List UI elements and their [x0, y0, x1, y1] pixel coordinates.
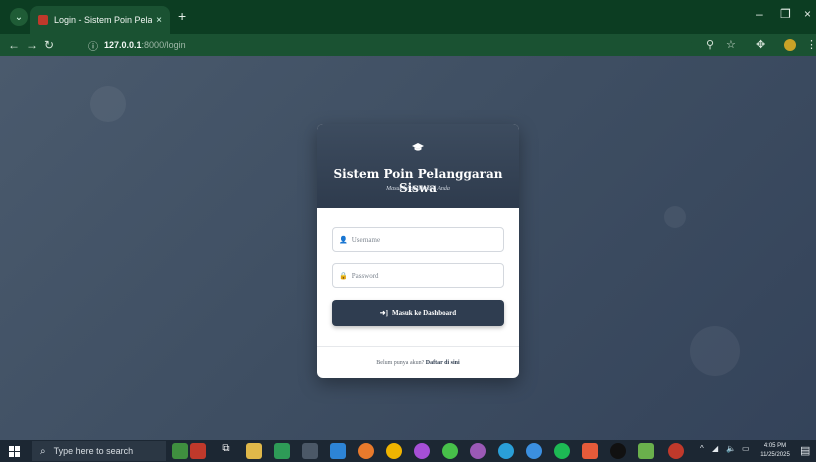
taskbar-clock[interactable]: 4:05 PM 11/25/2025 — [760, 442, 790, 460]
wifi-icon[interactable]: ◢ — [712, 444, 718, 453]
login-submit-label: Masuk ke Dashboard — [392, 309, 457, 317]
news-app-icon[interactable] — [190, 443, 206, 459]
terminal-icon[interactable] — [302, 443, 318, 459]
browser-tab[interactable]: Login - Sistem Poin Pelanggara × — [30, 6, 170, 34]
back-icon[interactable]: ← — [8, 37, 20, 53]
tab-search-icon[interactable]: ⌄ — [10, 8, 28, 26]
search-icon: ⌕ — [40, 445, 46, 457]
firefox-icon[interactable] — [358, 443, 374, 459]
forward-icon[interactable]: → — [26, 37, 38, 53]
windows-start-icon[interactable] — [6, 443, 22, 459]
app-icon[interactable] — [526, 443, 542, 459]
chat-app-icon[interactable] — [274, 443, 290, 459]
reload-icon[interactable]: ↻ — [44, 37, 54, 53]
volume-icon[interactable]: 🔈 — [726, 444, 736, 453]
clock-date: 11/25/2025 — [760, 452, 790, 458]
taskbar-search-placeholder: Type here to search — [53, 446, 134, 456]
sign-in-icon: ➜] — [379, 309, 388, 317]
tab-close-icon[interactable]: × — [156, 15, 162, 26]
taskbar-search[interactable]: ⌕ Type here to search — [32, 441, 166, 461]
file-explorer-icon[interactable] — [246, 443, 262, 459]
login-submit-button[interactable]: ➜] Masuk ke Dashboard — [332, 300, 504, 326]
chevron-up-icon[interactable]: ^ — [700, 444, 704, 453]
browser-active-icon[interactable] — [668, 443, 684, 459]
widgets-icon[interactable] — [172, 443, 188, 459]
bookmark-star-icon[interactable]: ☆ — [726, 37, 736, 53]
telegram-icon[interactable] — [498, 443, 514, 459]
new-tab-button[interactable]: + — [178, 8, 186, 24]
spotify-icon[interactable] — [554, 443, 570, 459]
login-subtitle: Masuk ke dashboard Anda — [386, 186, 450, 192]
password-field[interactable]: 🔒 — [332, 263, 504, 288]
site-info-icon[interactable]: ⓘ — [88, 38, 98, 53]
page-viewport: Sistem Poin Pelanggaran Siswa Masuk ke d… — [0, 56, 816, 440]
decorative-circle — [664, 206, 686, 228]
app-icon[interactable] — [442, 443, 458, 459]
register-link[interactable]: Daftar di sini — [426, 360, 460, 366]
address-bar[interactable]: ⓘ 127.0.0.1 :8000/login — [82, 36, 692, 54]
vscode-icon[interactable] — [330, 443, 346, 459]
chrome-icon[interactable] — [386, 443, 402, 459]
decorative-circle — [90, 86, 126, 122]
app-icon[interactable] — [414, 443, 430, 459]
login-card-header: Sistem Poin Pelanggaran Siswa Masuk ke d… — [317, 124, 519, 208]
url-path: :8000/login — [141, 40, 186, 50]
username-field[interactable]: 👤 — [332, 227, 504, 252]
app-icon[interactable] — [582, 443, 598, 459]
tab-title: Login - Sistem Poin Pelanggara — [54, 15, 153, 25]
app-icon[interactable] — [470, 443, 486, 459]
browser-toolbar: ← → ↻ ⓘ 127.0.0.1 :8000/login ⚲ ☆ ✥ ⋮ — [0, 34, 816, 56]
notification-icon[interactable]: ▤ — [800, 444, 810, 457]
card-divider — [317, 346, 519, 347]
register-prompt: Belum punya akun? Daftar di sini — [317, 360, 519, 366]
register-prompt-text: Belum punya akun? — [376, 360, 425, 366]
menu-icon[interactable]: ⋮ — [806, 37, 816, 53]
password-input[interactable] — [351, 271, 492, 280]
user-icon: 👤 — [339, 236, 348, 244]
zoom-icon[interactable]: ⚲ — [706, 37, 714, 53]
minimize-button[interactable]: – — [756, 7, 763, 21]
app-icon[interactable] — [638, 443, 654, 459]
favicon-icon — [38, 15, 48, 25]
username-input[interactable] — [351, 235, 492, 244]
task-view-icon[interactable]: ⧉ — [218, 443, 234, 459]
extensions-icon[interactable]: ✥ — [756, 37, 765, 53]
browser-tabbar: ⌄ Login - Sistem Poin Pelanggara × + – ❐… — [0, 0, 816, 34]
decorative-circle — [690, 326, 740, 376]
restore-button[interactable]: ❐ — [780, 7, 791, 21]
clock-time: 4:05 PM — [763, 443, 787, 449]
profile-avatar[interactable] — [784, 39, 796, 51]
login-card: Sistem Poin Pelanggaran Siswa Masuk ke d… — [317, 124, 519, 378]
graduation-cap-icon — [317, 143, 519, 155]
tiktok-icon[interactable] — [610, 443, 626, 459]
url-host: 127.0.0.1 — [104, 40, 142, 50]
close-window-button[interactable]: × — [804, 7, 811, 21]
battery-icon[interactable]: ▭ — [742, 444, 750, 453]
lock-icon: 🔒 — [339, 272, 348, 280]
windows-taskbar: ⌕ Type here to search ⧉ ^ ◢ 🔈 ▭ 4:05 PM … — [0, 440, 816, 462]
